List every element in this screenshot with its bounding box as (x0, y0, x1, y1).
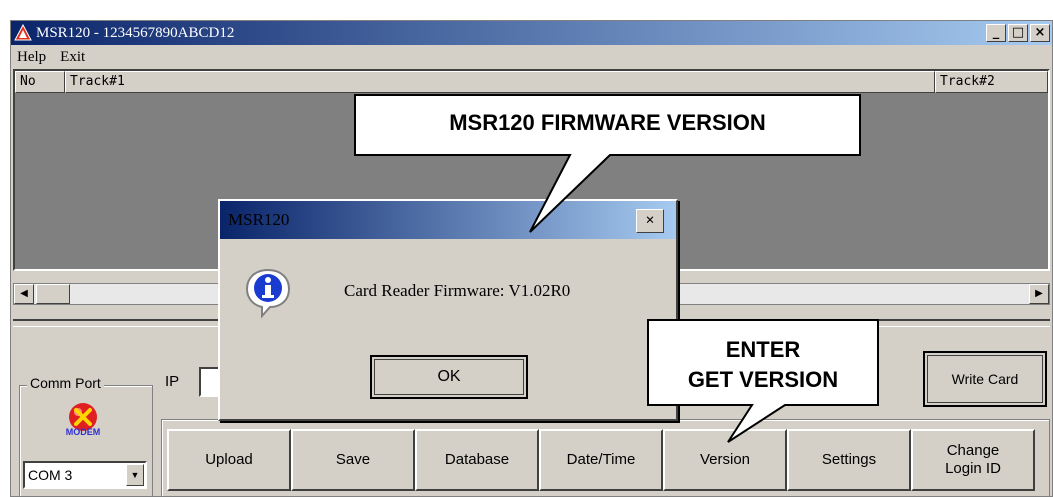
firmware-callout-text: MSR120 FIRMWARE VERSION (449, 110, 766, 135)
version-callout-text: ENTER GET VERSION (687, 337, 839, 392)
callout-shapes (354, 94, 879, 443)
